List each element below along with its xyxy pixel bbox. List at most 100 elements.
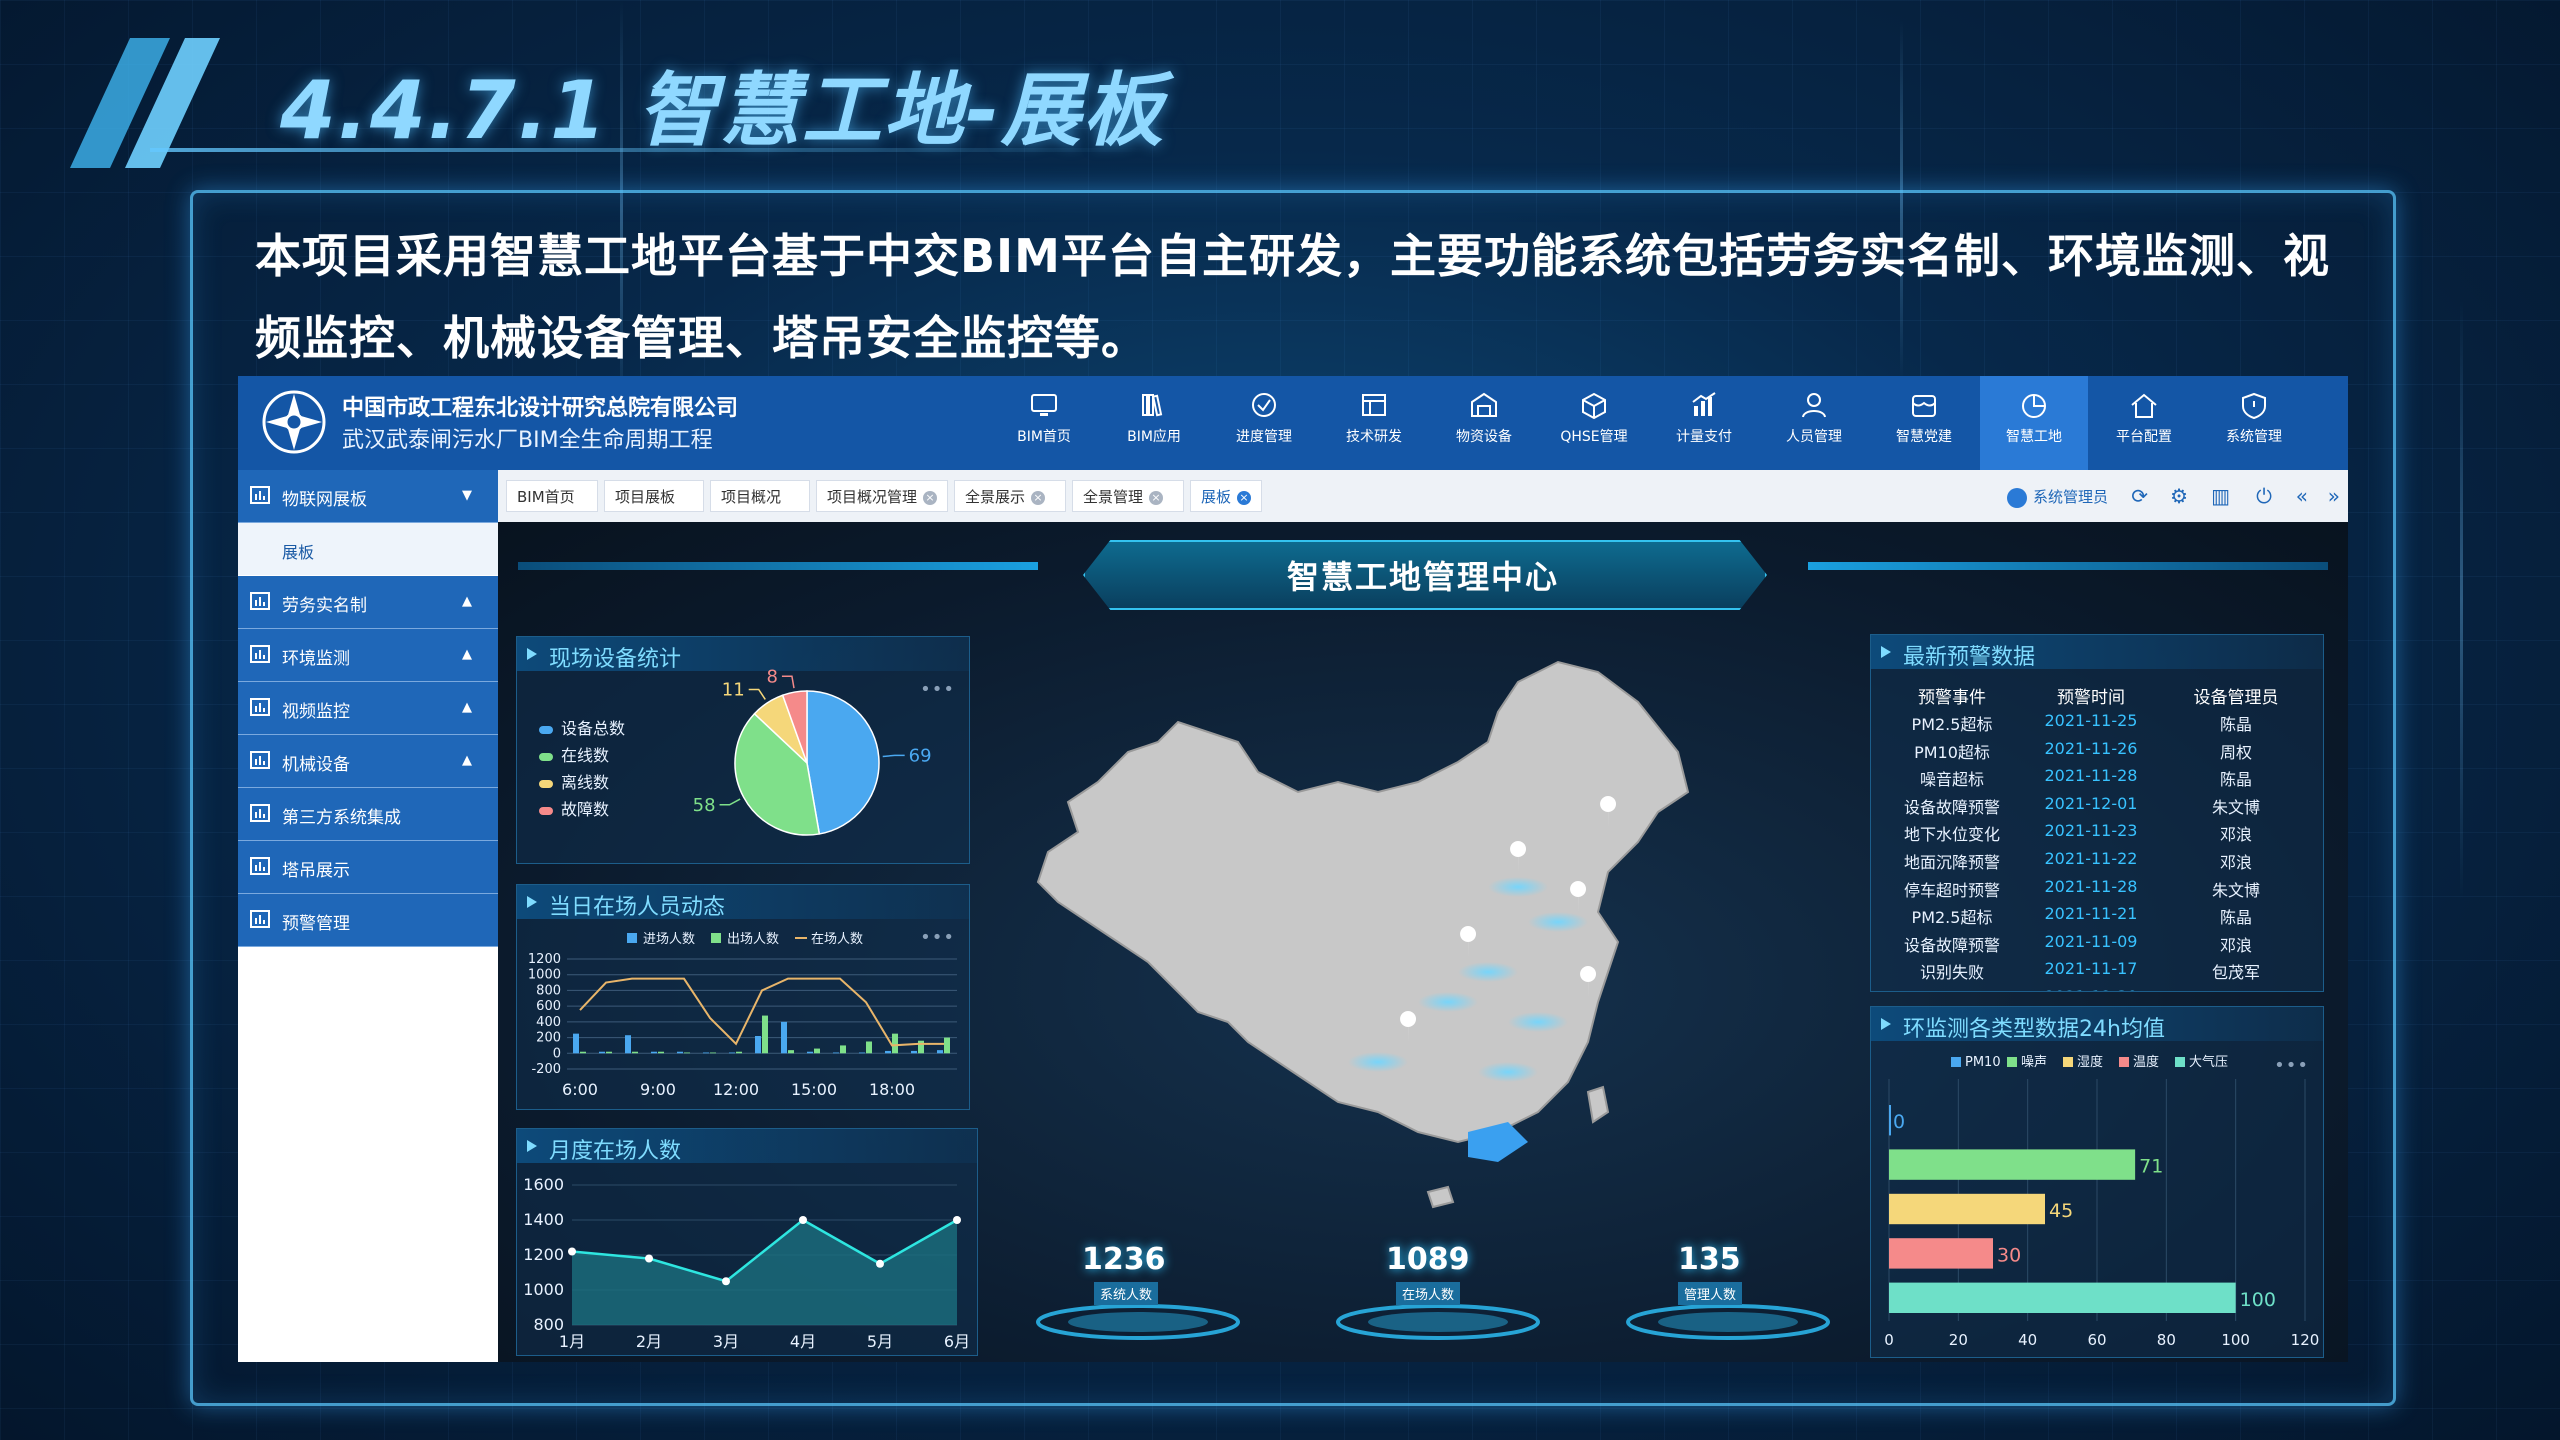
sidebar-subitem-board[interactable]: 展板: [238, 523, 498, 575]
tab[interactable]: 展板 ×: [1190, 480, 1262, 512]
progress-icon: [1252, 393, 1276, 417]
tab[interactable]: 项目概况×: [710, 480, 810, 537]
tab[interactable]: 全景展示 ×: [954, 480, 1066, 512]
bar: [866, 1041, 872, 1054]
map-marker-glow: [1348, 1052, 1408, 1072]
sidebar-item-labor[interactable]: 劳务实名制 ▲: [238, 576, 498, 629]
y-tick-label: 0: [553, 1046, 561, 1061]
table-row[interactable]: 停车超时预警 2021-11-28 朱文博: [1871, 877, 2323, 905]
chart-icon: [250, 645, 270, 663]
close-icon[interactable]: ×: [1237, 490, 1252, 505]
sidebar-item-label: 视频监控: [282, 702, 350, 722]
bar: [781, 1021, 787, 1054]
user-info[interactable]: 系统管理员: [2006, 486, 2108, 508]
nav-item[interactable]: 智慧工地: [1980, 376, 2088, 470]
alert-time: 2021-11-25: [2044, 711, 2138, 730]
nav-item[interactable]: BIM应用: [1100, 376, 1208, 470]
alert-event: 设备故障预警: [1903, 935, 2000, 955]
power-icon[interactable]: ⏻: [2256, 484, 2272, 508]
table-row[interactable]: PM2.5超标 2021-11-21 陈晶: [1871, 904, 2323, 932]
nav-item[interactable]: 物资设备: [1430, 376, 1538, 470]
nav-item[interactable]: 人员管理: [1760, 376, 1868, 470]
alert-time: 2021-12-01: [2044, 793, 2138, 813]
nav-item[interactable]: 技术研发: [1320, 376, 1428, 470]
table-row[interactable]: 地下水位变化 2021-11-23 邓浪: [1871, 821, 2323, 849]
bar-value-label: 30: [1997, 1244, 2021, 1266]
data-point: [953, 1216, 961, 1224]
table-row[interactable]: 设备故障预警 2021-11-09 邓浪: [1871, 932, 2323, 960]
tab-label: 全景管理: [1083, 488, 1144, 506]
tab[interactable]: BIM首页: [506, 480, 598, 512]
sidebar-item-label: 展板: [282, 543, 315, 562]
sidebar-item-iot-board[interactable]: 物联网展板 ▼: [238, 470, 498, 523]
chart-icon: [250, 592, 270, 610]
alert-event: PM10超标: [1877, 987, 2027, 991]
bar: [1889, 1193, 2045, 1225]
double-right-icon[interactable]: »: [2328, 484, 2340, 508]
legend-label: 大气压: [2189, 1054, 2228, 1070]
close-icon[interactable]: ×: [1031, 490, 1046, 505]
bar-value-label: 0: [1893, 1111, 1905, 1133]
sidebar-item-tower-crane[interactable]: 塔吊展示: [238, 841, 498, 894]
table-row[interactable]: 设备故障预警 2021-12-01 朱文博: [1871, 794, 2323, 822]
sidebar-item-environment[interactable]: 环境监测 ▲: [238, 629, 498, 682]
bar: [677, 1051, 683, 1054]
nav-item[interactable]: 智慧党建: [1870, 376, 1978, 470]
x-tick-label: 9:00: [640, 1080, 676, 1099]
double-left-icon[interactable]: «: [2296, 484, 2308, 508]
building-icon[interactable]: ▥: [2211, 484, 2230, 508]
legend-label: 在场人数: [811, 932, 863, 947]
nav-item[interactable]: QHSE管理: [1540, 376, 1648, 470]
bar: [788, 1050, 794, 1054]
dashboard-title: 智慧工地管理中心: [1286, 558, 1559, 596]
tab-label: 展板: [1201, 488, 1232, 506]
bar: [573, 1033, 579, 1054]
nav-item[interactable]: 计量支付: [1650, 376, 1758, 470]
sidebar-item-machinery[interactable]: 机械设备 ▲: [238, 735, 498, 788]
title-decoration-right: [1808, 562, 2328, 570]
column-header: 设备管理员: [2193, 688, 2279, 708]
panel-header: 最新预警数据: [1871, 635, 2323, 670]
pie-leader-line: [781, 675, 795, 689]
bar-chart-icon: [1692, 392, 1716, 416]
tab[interactable]: 全景管理 ×: [1072, 480, 1184, 512]
legend-label: 温度: [2133, 1054, 2159, 1070]
x-tick-label: 1月: [559, 1332, 585, 1351]
pie-data-label: 11: [722, 679, 745, 700]
close-icon[interactable]: ×: [1149, 490, 1164, 505]
table-row[interactable]: PM10超标2021-12-30陈晶: [1871, 987, 2323, 991]
nav-item[interactable]: 系统管理: [2200, 376, 2308, 470]
stat-pedestal: [1336, 1304, 1540, 1340]
map-island: [1426, 1185, 1455, 1209]
table-row[interactable]: 地面沉降预警 2021-11-22 邓浪: [1871, 849, 2323, 877]
map-marker-glow: [1528, 912, 1588, 932]
bar: [580, 1051, 586, 1054]
sidebar-item-alerts[interactable]: 预警管理: [238, 894, 498, 947]
table-row[interactable]: PM10超标 2021-11-26 周权: [1871, 739, 2323, 767]
settings-icon[interactable]: ⚙: [2170, 484, 2188, 508]
nav-item-label: 计量支付: [1676, 429, 1732, 445]
nav-item[interactable]: 进度管理: [1210, 376, 1318, 470]
table-row[interactable]: 识别失败 2021-11-17 包茂军: [1871, 959, 2323, 987]
tab[interactable]: 项目概况管理 ×: [816, 480, 948, 512]
personnel-today-chart: 进场人数 出场人数 在场人数 120010008006004002000-2006:0…: [528, 932, 957, 1099]
pie-data-label: 8: [766, 666, 777, 687]
refresh-icon[interactable]: ⟳: [2131, 484, 2148, 508]
close-icon[interactable]: ×: [923, 490, 938, 505]
legend-swatch: [627, 933, 637, 943]
sidebar-item-label: 环境监测: [282, 649, 350, 669]
sidebar-item-third-party[interactable]: 第三方系统集成: [238, 788, 498, 841]
company-logo-icon: [262, 390, 326, 454]
bar: [762, 1015, 768, 1054]
table-row[interactable]: 噪音超标 2021-11-28 陈晶: [1871, 766, 2323, 794]
sidebar-item-label: 劳务实名制: [282, 596, 367, 616]
nav-item[interactable]: BIM首页: [990, 376, 1098, 470]
tab[interactable]: 项目展板×: [604, 480, 704, 537]
nav-item[interactable]: 平台配置: [2090, 376, 2198, 470]
area-fill: [572, 1220, 957, 1325]
table-row[interactable]: PM2.5超标 2021-11-25 陈晶: [1871, 711, 2323, 739]
map-marker-glow: [1508, 1012, 1568, 1032]
legend-swatch: [1951, 1057, 1961, 1067]
stat-system-count: 1236: [1082, 1242, 1166, 1277]
sidebar-item-video[interactable]: 视频监控 ▲: [238, 682, 498, 735]
